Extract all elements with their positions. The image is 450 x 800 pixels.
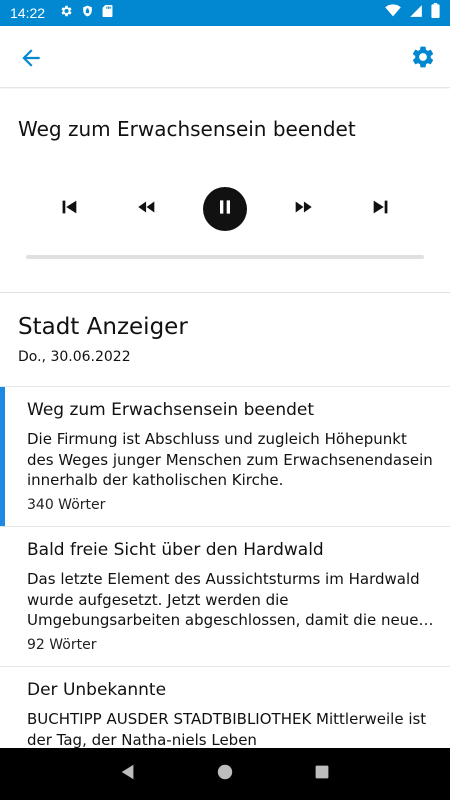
article-summary: Das letzte Element des Aussichtsturms im… bbox=[27, 570, 420, 629]
skip-previous-button[interactable] bbox=[47, 187, 91, 231]
rewind-icon bbox=[136, 196, 158, 223]
article-word-count: 92 Wörter bbox=[27, 636, 97, 653]
shield-icon bbox=[81, 4, 94, 23]
article-list: Weg zum Erwachsensein beendet Die Firmun… bbox=[0, 386, 450, 800]
sd-card-icon bbox=[102, 4, 113, 23]
battery-icon bbox=[431, 3, 440, 23]
rewind-button[interactable] bbox=[125, 187, 169, 231]
article-title: Bald freie Sicht über den Hardwald bbox=[27, 540, 324, 560]
article-summary: Die Firmung ist Abschluss und zugleich H… bbox=[27, 430, 433, 489]
newspaper-header: Stadt Anzeiger Do., 30.06.2022 bbox=[0, 294, 450, 384]
fast-forward-button[interactable] bbox=[281, 187, 325, 231]
article-item[interactable]: Weg zum Erwachsensein beendet Die Firmun… bbox=[0, 386, 450, 527]
triangle-back-icon bbox=[119, 763, 137, 786]
screen: 14:22 Weg zum Erwachsensein beendet Stad… bbox=[0, 0, 450, 800]
skip-previous-icon bbox=[58, 196, 80, 223]
square-recents-icon bbox=[314, 764, 330, 785]
back-button[interactable] bbox=[18, 45, 44, 71]
player-title: Weg zum Erwachsensein beendet bbox=[18, 117, 356, 141]
wifi-icon bbox=[385, 4, 401, 22]
skip-next-button[interactable] bbox=[359, 187, 403, 231]
newspaper-date: Do., 30.06.2022 bbox=[18, 349, 131, 365]
progress-bar[interactable] bbox=[26, 255, 424, 259]
newspaper-name: Stadt Anzeiger bbox=[18, 314, 188, 340]
system-navigation-bar bbox=[0, 748, 450, 800]
signal-icon bbox=[409, 4, 423, 23]
fast-forward-icon bbox=[292, 196, 314, 223]
settings-button[interactable] bbox=[410, 44, 436, 70]
article-word-count: 340 Wörter bbox=[27, 496, 106, 513]
nav-home-button[interactable] bbox=[213, 762, 237, 786]
pause-icon bbox=[215, 197, 235, 222]
circle-home-icon bbox=[216, 763, 234, 786]
article-title: Der Unbekannte bbox=[27, 680, 167, 700]
gear-icon bbox=[59, 4, 73, 23]
arrow-back-icon bbox=[18, 49, 44, 75]
skip-next-icon bbox=[370, 196, 392, 223]
status-time: 14:22 bbox=[10, 5, 46, 21]
article-summary: BUCHTIPP AUSDER STADTBIBLIOTHEK Mittlerw… bbox=[27, 710, 427, 749]
status-bar: 14:22 bbox=[0, 0, 450, 26]
app-bar bbox=[0, 26, 450, 88]
article-title: Weg zum Erwachsensein beendet bbox=[27, 400, 315, 420]
status-left-icons bbox=[59, 4, 113, 23]
player-controls bbox=[0, 187, 450, 231]
status-right-icons bbox=[385, 3, 440, 23]
article-item[interactable]: Bald freie Sicht über den Hardwald Das l… bbox=[0, 526, 450, 666]
nav-recents-button[interactable] bbox=[310, 762, 334, 786]
pause-button[interactable] bbox=[203, 187, 247, 231]
nav-back-button[interactable] bbox=[116, 762, 140, 786]
audio-player: Weg zum Erwachsensein beendet bbox=[0, 89, 450, 293]
gear-icon bbox=[410, 46, 436, 74]
